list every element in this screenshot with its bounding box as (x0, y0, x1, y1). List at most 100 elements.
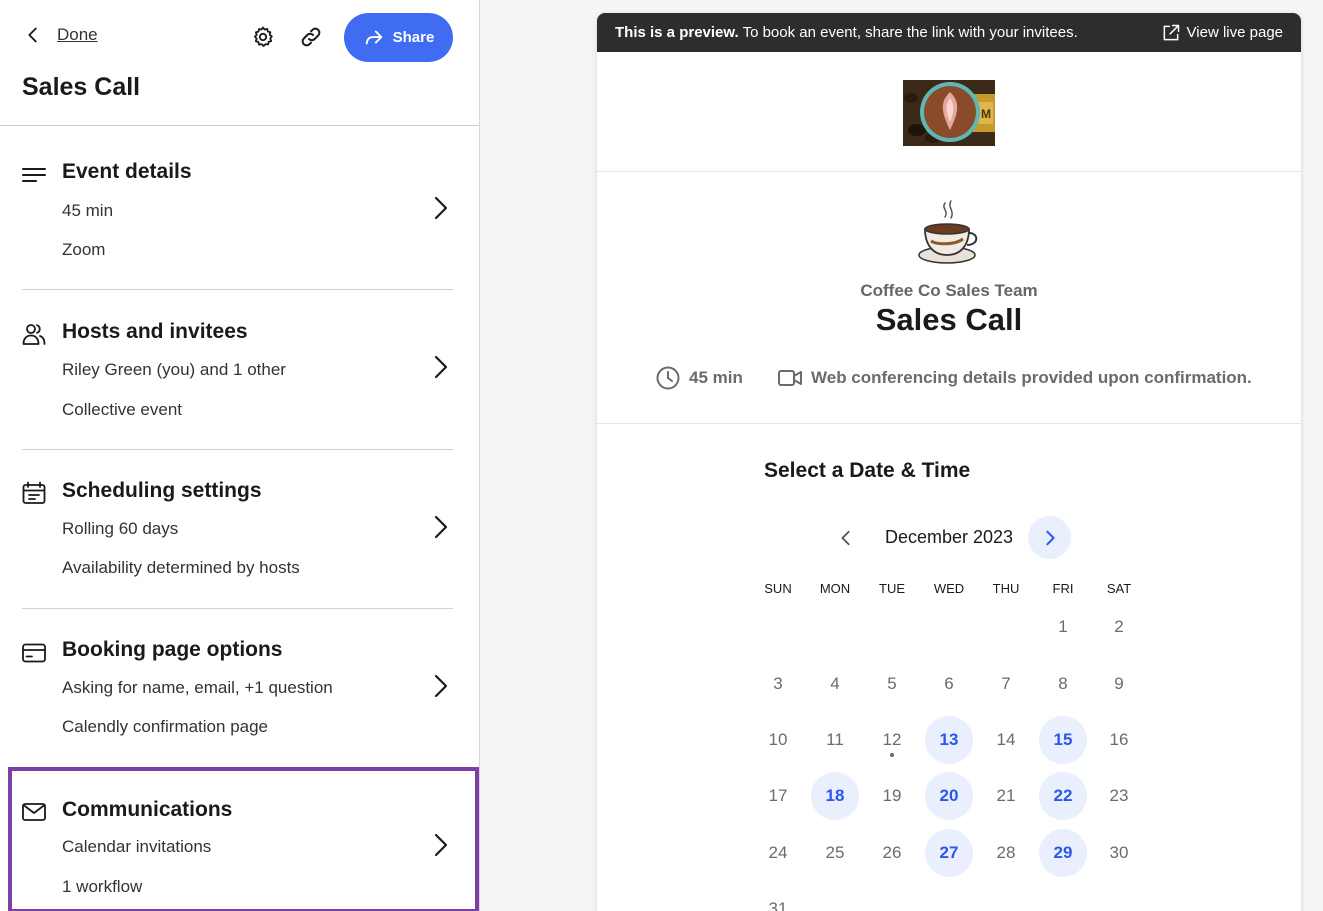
preview-banner-text: This is a preview. To book an event, sha… (615, 24, 1078, 41)
preview-banner-message: To book an event, share the link with yo… (738, 24, 1078, 41)
today-indicator (890, 753, 894, 757)
next-month-button[interactable] (1028, 516, 1071, 559)
link-icon (301, 27, 321, 47)
weekday-label: WED (933, 581, 965, 596)
select-date-heading: Select a Date & Time (764, 459, 971, 482)
card-icon (22, 641, 46, 665)
calendar-day: 30 (1109, 843, 1129, 862)
chevron-right-icon (434, 196, 448, 220)
section-detail: Availability determined by hosts (62, 558, 300, 577)
section-detail: Zoom (62, 240, 106, 259)
calendar-day: 4 (830, 674, 840, 693)
calendar-day: 11 (826, 730, 844, 749)
divider (597, 171, 1301, 172)
calendar-day: 6 (944, 674, 954, 693)
booking-page-preview: This is a preview. To book an event, sha… (597, 13, 1301, 911)
divider (22, 289, 453, 290)
calendar-day: 8 (1058, 674, 1068, 693)
calendar-day-available[interactable]: 20 (925, 772, 973, 820)
clock-icon (656, 366, 680, 390)
calendar-day: 21 (996, 786, 1016, 805)
section-scheduling-settings[interactable]: Scheduling settings Rolling 60 days Avai… (22, 479, 453, 589)
calendar-icon (22, 481, 46, 505)
event-location: Web conferencing details provided upon c… (777, 365, 1252, 391)
section-title: Scheduling settings (62, 479, 262, 502)
calendar-day: 5 (887, 674, 897, 693)
external-link-icon (1163, 24, 1179, 40)
location-text: Web conferencing details provided upon c… (811, 368, 1252, 387)
chevron-left-icon (841, 530, 850, 546)
calendar-day-available[interactable]: 22 (1039, 772, 1087, 820)
previous-month-button[interactable] (831, 523, 861, 553)
divider (22, 449, 453, 450)
calendar-day: 17 (768, 786, 788, 805)
section-title: Hosts and invitees (62, 320, 248, 343)
weekday-label: SAT (1106, 581, 1132, 596)
chevron-right-icon (434, 674, 448, 698)
share-arrow-icon (365, 30, 382, 44)
calendar-day-available[interactable]: 18 (811, 772, 859, 820)
weekday-label: FRI (1052, 581, 1074, 596)
lines-icon (22, 163, 46, 187)
done-button[interactable]: Done (22, 24, 98, 46)
section-title: Event details (62, 160, 192, 183)
calendar-day-available[interactable]: 15 (1039, 716, 1087, 764)
section-detail: Asking for name, email, +1 question (62, 678, 333, 697)
view-live-label[interactable]: View live page (1187, 24, 1283, 41)
section-detail: Riley Green (you) and 1 other (62, 360, 286, 379)
preview-banner: This is a preview. To book an event, sha… (597, 13, 1301, 52)
weekday-label: TUE (879, 581, 905, 596)
preview-banner-bold: This is a preview. (615, 24, 739, 41)
calendar-day: 7 (1001, 674, 1011, 693)
calendar-day: 25 (825, 843, 845, 862)
done-label[interactable]: Done (57, 25, 98, 45)
svg-text:M: M (981, 107, 991, 121)
chevron-right-icon (1045, 530, 1055, 545)
calendar-day: 9 (1114, 674, 1124, 693)
section-hosts-and-invitees[interactable]: Hosts and invitees Riley Green (you) and… (22, 320, 453, 430)
copy-link-button[interactable] (296, 22, 326, 52)
calendar-day: 28 (996, 843, 1016, 862)
weekday-label: SUN (764, 581, 792, 596)
chevron-right-icon (434, 355, 448, 379)
calendar-day: 26 (882, 843, 902, 862)
share-button[interactable]: Share (344, 13, 453, 62)
event-editor-panel: Done Share Sales Call Event details 45 m… (0, 0, 480, 911)
section-detail: Calendly confirmation page (62, 717, 269, 736)
calendar-day: 14 (996, 730, 1016, 749)
coffee-cup-avatar (915, 199, 983, 267)
calendar-day-available[interactable]: 27 (925, 829, 973, 877)
section-title: Booking page options (62, 638, 283, 661)
section-detail: Collective event (62, 400, 183, 419)
calendar-day-available[interactable]: 13 (925, 716, 973, 764)
divider (22, 608, 453, 609)
section-detail: 45 min (62, 201, 114, 220)
calendar-day: 23 (1109, 786, 1129, 805)
video-camera-icon (778, 370, 802, 386)
gear-icon (254, 26, 273, 47)
editor-header: Done Share Sales Call (0, 0, 479, 126)
company-logo: M (903, 80, 995, 146)
page-title: Sales Call (22, 73, 141, 101)
view-live-page-link[interactable]: View live page (1161, 23, 1283, 43)
calendar-day-available[interactable]: 29 (1039, 829, 1087, 877)
section-detail: Rolling 60 days (62, 519, 179, 538)
duration-text: 45 min (689, 368, 743, 387)
month-label: December 2023 (884, 527, 1014, 547)
share-label: Share (392, 29, 435, 46)
calendar-day: 19 (882, 786, 902, 805)
section-event-details[interactable]: Event details 45 min Zoom (22, 160, 453, 270)
organizer-name: Coffee Co Sales Team (860, 281, 1038, 300)
weekday-label: MON (819, 581, 851, 596)
weekday-label: THU (992, 581, 1020, 596)
calendar-day: 3 (773, 674, 783, 693)
chevron-right-icon (434, 515, 448, 539)
calendar-day: 31 (768, 899, 788, 911)
communications-highlight-box (8, 767, 479, 911)
event-duration: 45 min (655, 365, 743, 391)
section-booking-page-options[interactable]: Booking page options Asking for name, em… (22, 638, 453, 748)
calendar-day: 10 (768, 730, 788, 749)
calendar-day: 16 (1109, 730, 1129, 749)
settings-button[interactable] (248, 22, 278, 52)
calendar-day: 2 (1114, 617, 1124, 636)
